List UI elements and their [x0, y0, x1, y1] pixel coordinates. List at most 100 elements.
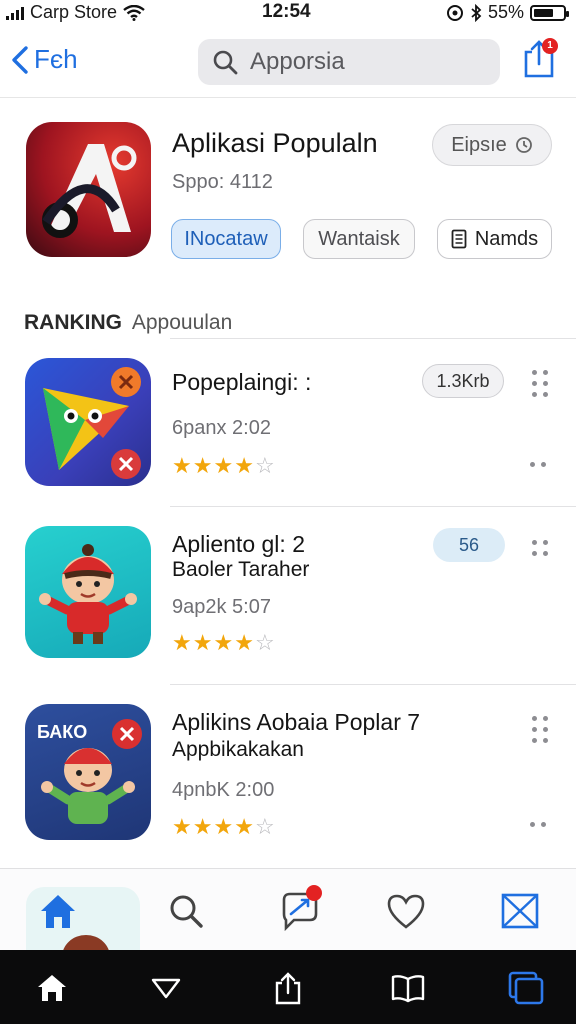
- search-icon: [170, 895, 203, 928]
- system-back-button[interactable]: [146, 968, 186, 1008]
- app-title: Popeplaingi: :: [172, 369, 312, 395]
- system-book-button[interactable]: [388, 968, 428, 1008]
- tab-bar: [0, 868, 576, 957]
- share-badge: 1: [542, 38, 558, 54]
- star-filled-icon: ★: [172, 814, 193, 839]
- star-filled-icon: ★: [172, 630, 193, 655]
- app-meta: 9ap2k 5:07: [172, 596, 271, 618]
- play-store-icon: [43, 367, 141, 479]
- featured-app-icon[interactable]: [26, 122, 151, 257]
- star-empty-icon: ☆: [254, 814, 276, 839]
- star-filled-icon: ★: [234, 453, 255, 478]
- rating-stars: ★★★★☆: [172, 453, 276, 479]
- star-empty-icon: ☆: [254, 630, 276, 655]
- divider: [170, 338, 576, 339]
- star-filled-icon: ★: [213, 630, 235, 655]
- status-time: 12:54: [262, 1, 311, 22]
- rating-stars: ★★★★☆: [172, 630, 276, 656]
- app-meta: 6panx 2:02: [172, 417, 271, 439]
- more-dots-icon[interactable]: [530, 462, 552, 468]
- featured-title: Aplikasi Populaln: [172, 128, 378, 158]
- more-grid-icon[interactable]: [532, 540, 552, 558]
- list-item[interactable]: Apliento gl: 2 Baoler Taraher 56 9ap2k 5…: [0, 506, 576, 684]
- recents-icon: [508, 971, 544, 1005]
- share-button[interactable]: 1: [522, 38, 558, 80]
- featured-meta: Sppo: 4112: [172, 171, 273, 193]
- wifi-icon: [123, 4, 145, 21]
- more-grid-icon[interactable]: [532, 370, 552, 398]
- back-triangle-icon: [151, 978, 181, 999]
- star-filled-icon: ★: [192, 630, 214, 655]
- carrier-label: Carp Store: [30, 2, 118, 22]
- app-subtitle: Baoler Taraher: [172, 558, 310, 581]
- home-icon: [38, 975, 66, 1001]
- app-title: Apliento gl: 2: [172, 531, 305, 557]
- back-label: Fєh: [34, 44, 78, 74]
- featured-top-pill-label: Eipsıe: [451, 133, 507, 156]
- search-field[interactable]: Apporsia: [198, 39, 500, 85]
- clock-icon: [515, 137, 532, 153]
- heart-icon: [387, 894, 425, 929]
- app-icon[interactable]: БАКО: [25, 704, 151, 840]
- app-title: Aplikins Aobaia Poplar 7: [172, 709, 421, 735]
- system-share-button[interactable]: [268, 968, 308, 1008]
- search-icon: [213, 50, 238, 75]
- list-item[interactable]: БАКО Aplikins Aobaia Poplar 7 Appbikakak…: [0, 684, 576, 860]
- get-button-label: 1.3Krb: [436, 370, 490, 391]
- home-icon: [41, 895, 75, 928]
- system-nav-bar: [0, 950, 576, 1024]
- star-filled-icon: ★: [234, 630, 255, 655]
- system-home-button[interactable]: [32, 968, 72, 1008]
- back-button[interactable]: Fєh: [10, 44, 78, 75]
- featured-button-1[interactable]: INocataw: [171, 219, 281, 259]
- battery-icon: [530, 4, 569, 21]
- featured-button-3[interactable]: Namds: [437, 219, 552, 259]
- character-icon: [39, 544, 137, 644]
- featured-top-pill[interactable]: Eipsıe: [432, 124, 552, 166]
- tab-mail[interactable]: [490, 881, 550, 941]
- divider: [170, 684, 576, 685]
- featured-button-3-label: Namds: [474, 227, 539, 250]
- messages-badge: [306, 885, 322, 901]
- list-item[interactable]: Popeplaingi: : 1.3Krb 6panx 2:02 ★★★★☆: [0, 338, 576, 508]
- tab-favorites[interactable]: [376, 881, 436, 941]
- tab-home[interactable]: [28, 881, 88, 941]
- featured-app: Aplikasi Populaln Sppo: 4112 Eipsıe INoc…: [0, 100, 576, 290]
- star-filled-icon: ★: [192, 453, 214, 478]
- nav-bar: Fєh Apporsia 1: [0, 30, 576, 98]
- app-icon[interactable]: [25, 526, 151, 658]
- tab-search[interactable]: [156, 881, 216, 941]
- bluetooth-icon: [471, 3, 482, 22]
- app-subtitle: Appbikakakan: [172, 738, 304, 761]
- status-right: 55%: [446, 2, 569, 23]
- tab-messages[interactable]: [270, 881, 330, 941]
- featured-button-2-label: Wantaisk: [318, 227, 400, 250]
- ranking-heading-light: Appouulan: [131, 311, 233, 334]
- featured-logo-icon: [42, 144, 137, 238]
- star-empty-icon: ☆: [254, 453, 276, 478]
- system-recents-button[interactable]: [506, 968, 546, 1008]
- app-meta: 4pnbK 2:00: [172, 779, 275, 801]
- status-left: Carp Store: [6, 2, 145, 23]
- featured-button-2[interactable]: Wantaisk: [303, 219, 415, 259]
- location-icon: [446, 4, 463, 21]
- battery-percent: 55%: [487, 2, 524, 22]
- chevron-left-icon: [12, 45, 28, 74]
- more-dots-icon[interactable]: [530, 822, 552, 828]
- star-filled-icon: ★: [234, 814, 255, 839]
- star-filled-icon: ★: [213, 814, 235, 839]
- more-grid-icon[interactable]: [532, 716, 552, 744]
- star-filled-icon: ★: [192, 814, 214, 839]
- get-button[interactable]: 56: [433, 528, 505, 562]
- ranking-heading-strong: RANKING: [24, 311, 122, 334]
- get-button-label: 56: [458, 534, 480, 555]
- status-bar: Carp Store 12:54 55%: [0, 0, 576, 26]
- app-icon[interactable]: [25, 358, 151, 486]
- rating-stars: ★★★★☆: [172, 814, 276, 840]
- document-icon: [451, 229, 467, 249]
- star-filled-icon: ★: [172, 453, 193, 478]
- signal-icon: [6, 6, 24, 20]
- get-button[interactable]: 1.3Krb: [422, 364, 504, 398]
- share-icon: [275, 972, 301, 1005]
- app-icon-label: БАКО: [37, 722, 88, 742]
